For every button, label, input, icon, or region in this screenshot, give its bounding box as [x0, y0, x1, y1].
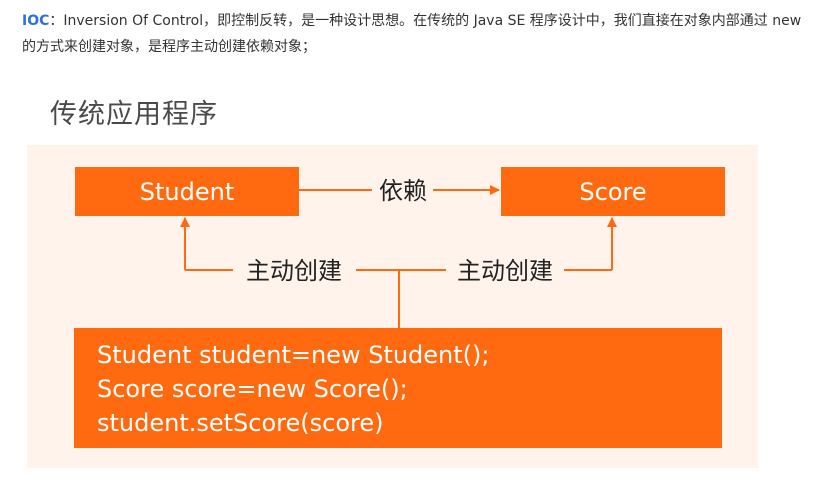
code-line: student.setScore(score)	[97, 409, 384, 437]
figure-title: 传统应用程序	[50, 99, 218, 130]
intro-text: ：Inversion Of Control，即控制反转，是一种设计思想。在传统的…	[22, 13, 802, 55]
create-label-right: 主动创建	[457, 257, 553, 285]
depends-label: 依赖	[379, 177, 427, 205]
create-label-left: 主动创建	[246, 257, 342, 285]
code-line: Score score=new Score();	[97, 375, 408, 403]
ioc-keyword: IOC	[22, 13, 50, 29]
diagram-canvas: Student Score 依赖 主动创建 主动创建 Student stude…	[27, 145, 758, 468]
student-box-label: Student	[140, 178, 234, 206]
code-box: Student student=new Student(); Score sco…	[74, 328, 722, 448]
code-line: Student student=new Student();	[97, 341, 490, 369]
intro-paragraph: IOC：Inversion Of Control，即控制反转，是一种设计思想。在…	[22, 8, 802, 60]
score-box-label: Score	[579, 178, 646, 206]
